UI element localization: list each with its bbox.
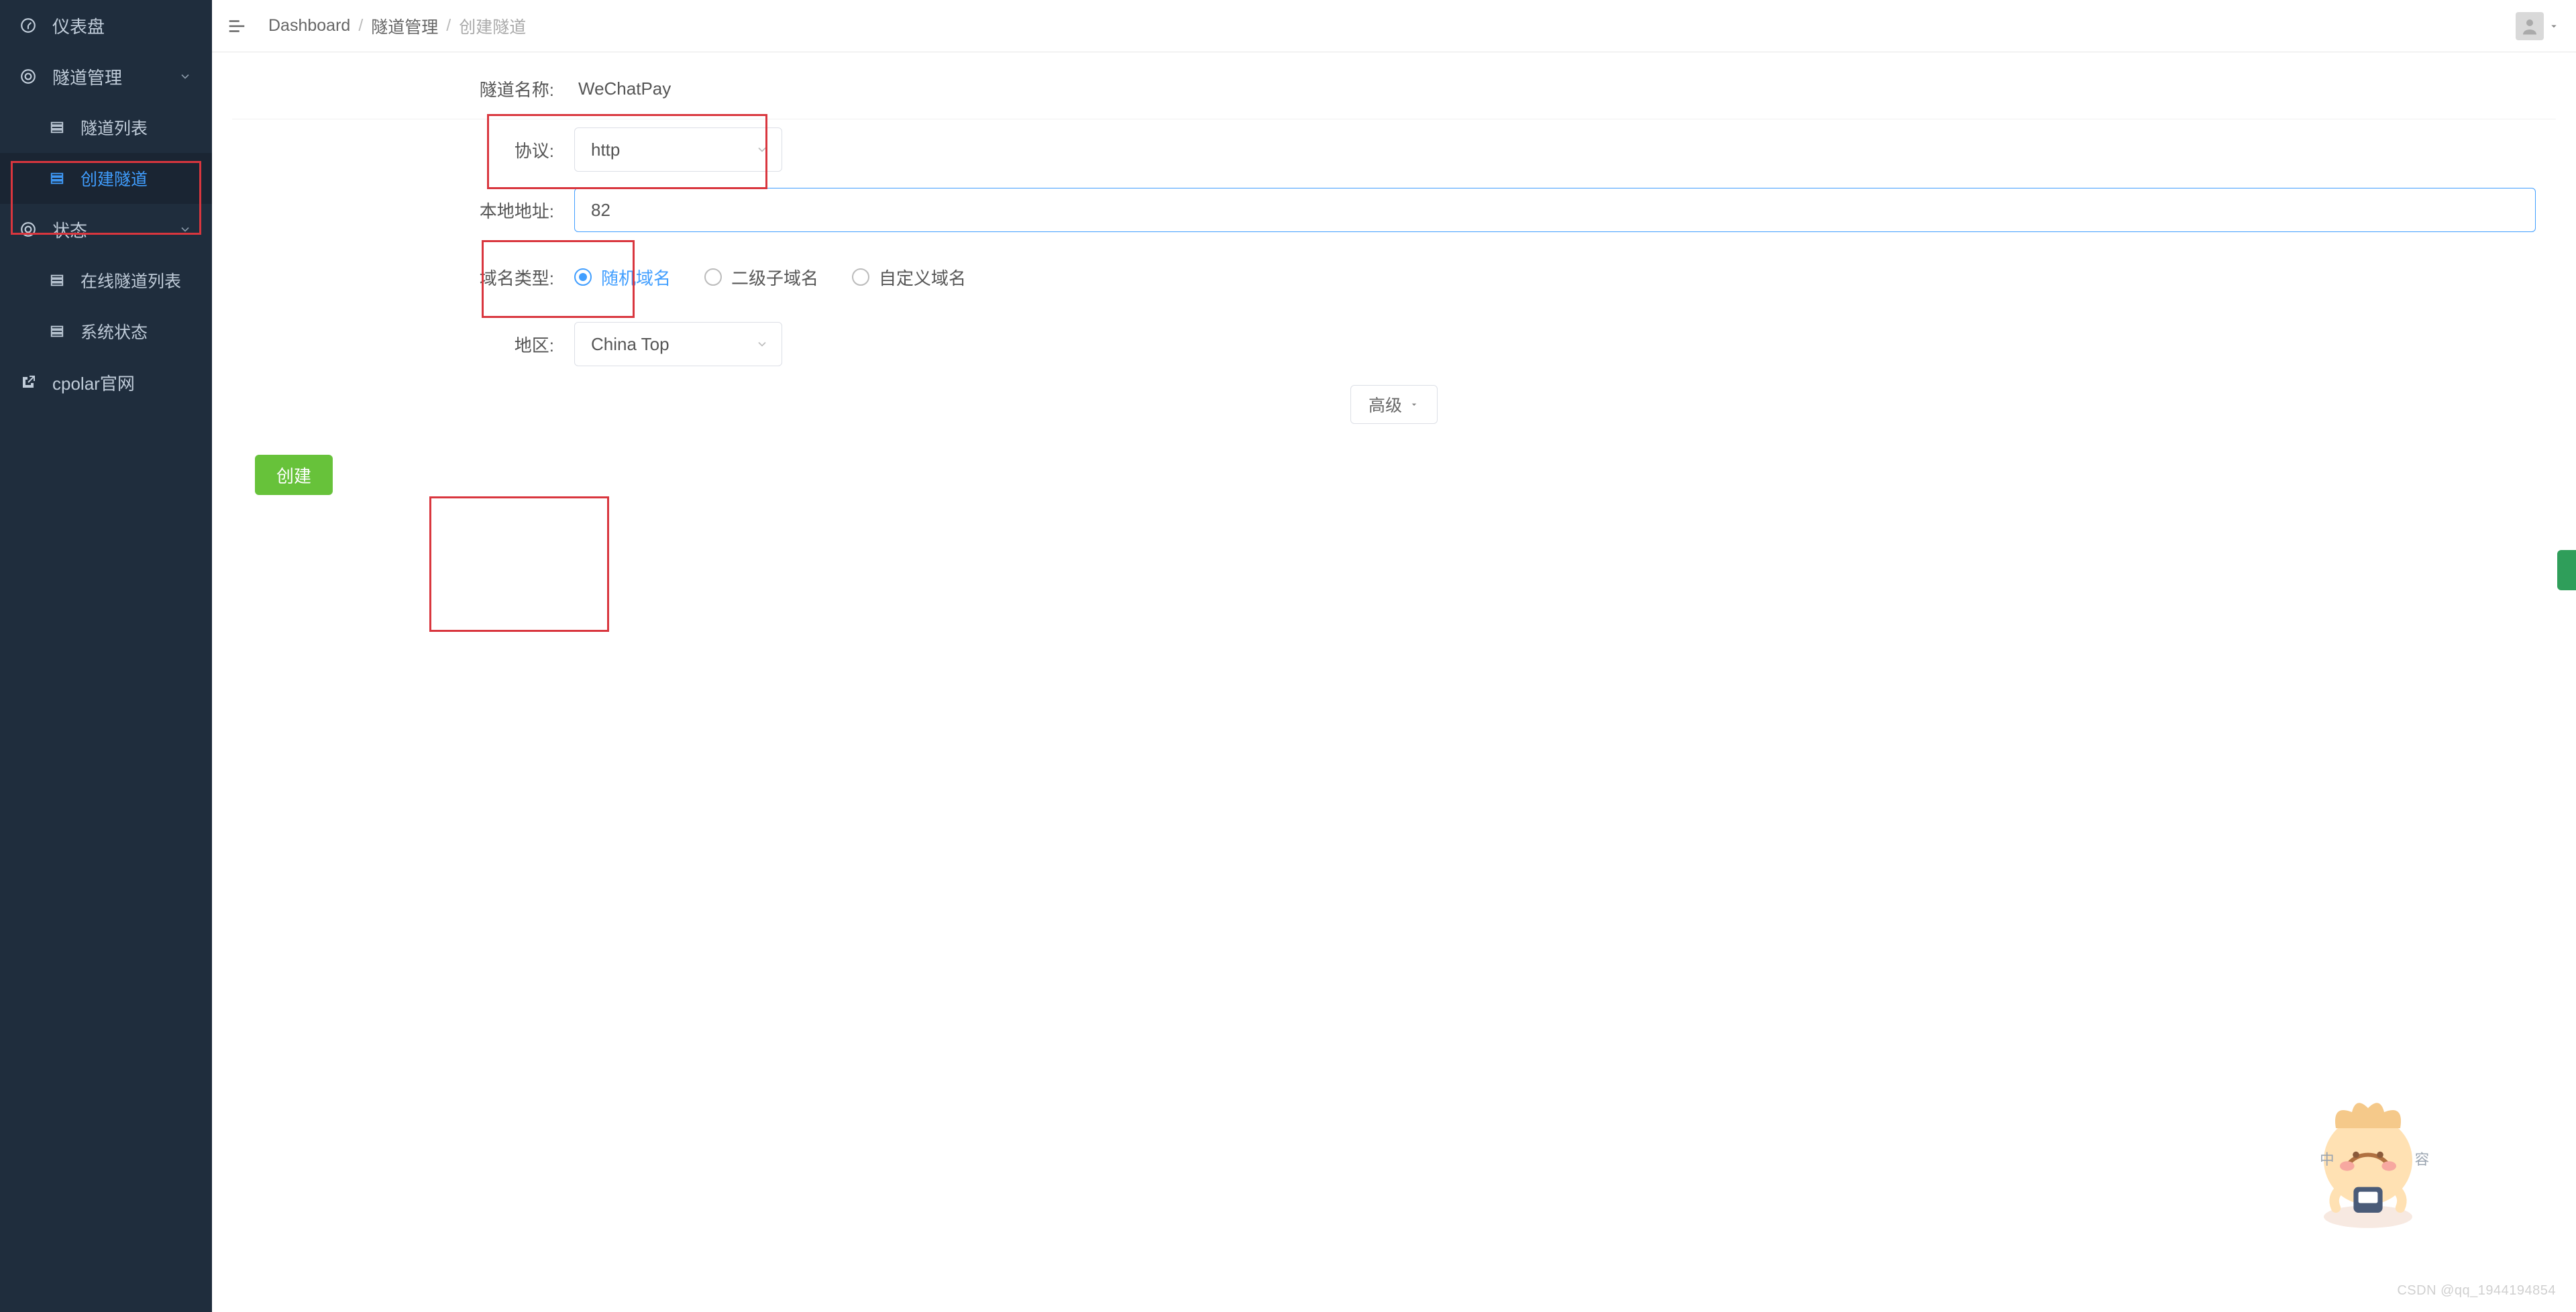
main: Dashboard / 隧道管理 / 创建隧道 隧道名称: <box>212 0 2576 1312</box>
feedback-tab[interactable] <box>2557 550 2576 590</box>
topbar: Dashboard / 隧道管理 / 创建隧道 <box>212 0 2576 52</box>
radio-icon <box>574 268 592 286</box>
radio-icon <box>704 268 722 286</box>
row-submit: 创建 <box>232 455 2556 495</box>
label-region: 地区: <box>232 332 574 357</box>
row-region: 地区: China Top <box>232 314 2556 374</box>
sidebar-item-tunnel-mgmt[interactable]: 隧道管理 <box>0 51 212 102</box>
avatar[interactable] <box>2516 12 2544 40</box>
sidebar-item-label: 状态 <box>52 217 87 242</box>
sidebar: 仪表盘 隧道管理 隧道列表 创建隧道 <box>0 0 212 1312</box>
protocol-value: http <box>591 140 620 160</box>
caret-down-icon[interactable] <box>2548 20 2560 32</box>
region-select[interactable]: China Top <box>574 322 782 366</box>
sidebar-item-dashboard[interactable]: 仪表盘 <box>0 0 212 51</box>
label-local-addr: 本地地址: <box>232 198 574 223</box>
annotation-box-create <box>429 496 609 632</box>
label-domain-type: 域名类型: <box>232 265 574 290</box>
svg-text:容: 容 <box>2415 1151 2430 1168</box>
sidebar-item-status[interactable]: 状态 <box>0 204 212 255</box>
protocol-select[interactable]: http <box>574 127 782 172</box>
menu-toggle-icon[interactable] <box>225 15 248 38</box>
radio-label: 随机域名 <box>601 265 671 290</box>
sidebar-item-online-tunnels[interactable]: 在线隧道列表 <box>0 255 212 306</box>
sidebar-item-label: 隧道列表 <box>80 115 148 140</box>
radio-icon <box>852 268 869 286</box>
tunnel-name-input[interactable] <box>574 67 2536 111</box>
sidebar-item-system-status[interactable]: 系统状态 <box>0 306 212 357</box>
watermark: CSDN @qq_1944194854 <box>2397 1283 2556 1299</box>
row-domain-type: 域名类型: 随机域名 二级子域名 自定义域名 <box>232 240 2556 314</box>
advanced-label: 高级 <box>1368 392 1402 417</box>
radio-random-domain[interactable]: 随机域名 <box>574 265 671 290</box>
breadcrumb-sep: / <box>446 16 451 36</box>
label-tunnel-name: 隧道名称: <box>232 76 574 101</box>
breadcrumb: Dashboard / 隧道管理 / 创建隧道 <box>268 14 526 38</box>
list-icon <box>48 170 66 187</box>
sidebar-item-label: 系统状态 <box>80 319 148 343</box>
create-button[interactable]: 创建 <box>255 455 333 495</box>
target-icon <box>19 220 38 239</box>
breadcrumb-root[interactable]: Dashboard <box>268 16 350 36</box>
breadcrumb-second[interactable]: 隧道管理 <box>371 14 438 38</box>
sidebar-item-label: cpolar官网 <box>52 370 135 395</box>
sidebar-item-tunnel-list[interactable]: 隧道列表 <box>0 102 212 153</box>
breadcrumb-current: 创建隧道 <box>459 14 526 38</box>
row-local-addr: 本地地址: <box>232 180 2556 240</box>
row-tunnel-name: 隧道名称: <box>232 59 2556 119</box>
caret-down-icon <box>1409 399 1419 410</box>
advanced-toggle-button[interactable]: 高级 <box>1350 385 1438 424</box>
radio-subdomain[interactable]: 二级子域名 <box>704 265 818 290</box>
svg-text:中: 中 <box>2320 1151 2334 1168</box>
target-icon <box>19 67 38 86</box>
radio-label: 二级子域名 <box>731 265 818 290</box>
chevron-down-icon <box>178 70 192 83</box>
external-link-icon <box>19 373 38 392</box>
chevron-down-icon <box>178 223 192 236</box>
row-advanced: 高级 <box>232 374 2556 435</box>
radio-label: 自定义域名 <box>879 265 966 290</box>
row-protocol: 协议: http <box>232 119 2556 180</box>
list-icon <box>48 272 66 289</box>
local-addr-input[interactable] <box>574 188 2536 232</box>
sidebar-item-label: 在线隧道列表 <box>80 268 181 292</box>
mascot-illustration: 中 容 <box>2288 1084 2449 1245</box>
list-icon <box>48 119 66 136</box>
create-label: 创建 <box>276 463 311 488</box>
form-content: 隧道名称: 协议: http 本地地 <box>212 52 2576 1312</box>
radio-custom-domain[interactable]: 自定义域名 <box>852 265 966 290</box>
dashboard-icon <box>19 16 38 35</box>
sidebar-item-label: 仪表盘 <box>52 13 105 38</box>
label-protocol: 协议: <box>232 138 574 162</box>
sidebar-item-label: 隧道管理 <box>52 64 122 89</box>
sidebar-item-label: 创建隧道 <box>80 166 148 190</box>
region-value: China Top <box>591 334 669 355</box>
sidebar-item-cpolar-site[interactable]: cpolar官网 <box>0 357 212 408</box>
list-icon <box>48 323 66 340</box>
sidebar-item-create-tunnel[interactable]: 创建隧道 <box>0 153 212 204</box>
breadcrumb-sep: / <box>358 16 363 36</box>
